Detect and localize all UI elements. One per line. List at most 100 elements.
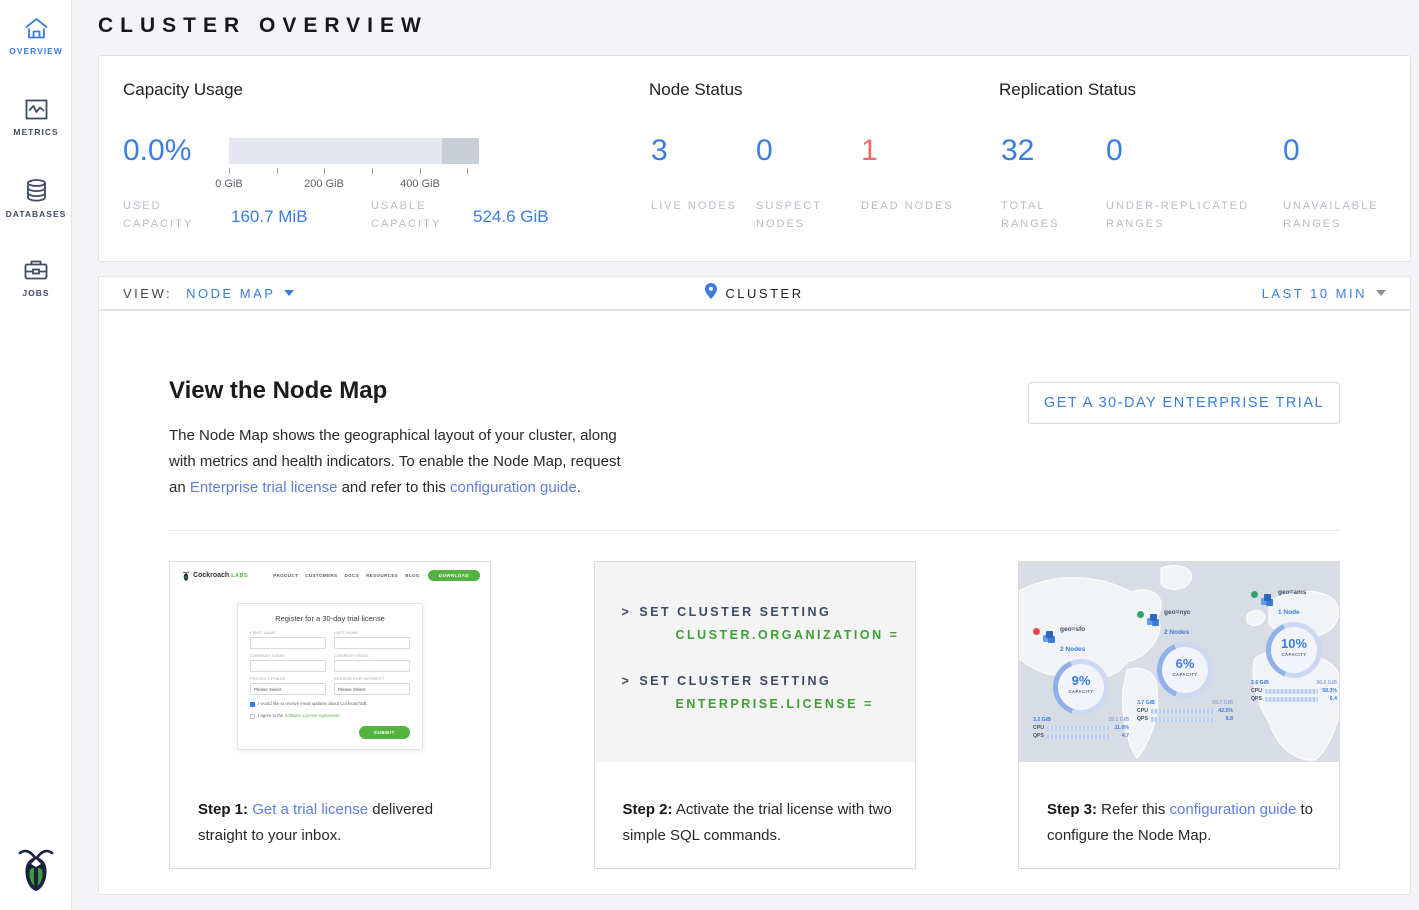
- page-title: CLUSTER OVERVIEW: [98, 14, 428, 38]
- field-label: FIRST NAME: [250, 631, 326, 635]
- capacity-percent: 9%: [1058, 673, 1104, 688]
- reason-select[interactable]: Please Select: [334, 683, 410, 695]
- enterprise-trial-license-link[interactable]: Enterprise trial license: [190, 479, 338, 496]
- field-label: COMPANY EMAIL: [334, 654, 410, 658]
- qps-sparkline: [1151, 717, 1214, 722]
- company-name-input[interactable]: [250, 660, 326, 672]
- mini-nav-docs[interactable]: DOCS: [344, 573, 359, 578]
- last-name-input[interactable]: [334, 637, 410, 649]
- usable-capacity-label: USABLE CAPACITY: [371, 197, 471, 233]
- qps-value: 6.4: [1321, 696, 1337, 702]
- gauge-tick: [324, 168, 325, 174]
- software-license-link[interactable]: Software License Agreement.: [285, 713, 341, 718]
- locality-node-count: 1 Node: [1278, 609, 1300, 616]
- mini-nav-customers[interactable]: CUSTOMERS: [305, 573, 337, 578]
- step1-card: Cockroach LABS PRODUCT CUSTOMERS DOCS RE…: [169, 561, 491, 869]
- sidebar-item-metrics[interactable]: METRICS: [0, 97, 72, 137]
- capacity-percent: 6%: [1162, 656, 1208, 671]
- gauge-tick-label: 0 GiB: [215, 178, 243, 190]
- mini-download-button[interactable]: DOWNLOAD: [428, 570, 480, 581]
- cluster-summary-panel: Capacity Usage Node Status Replication S…: [98, 55, 1411, 262]
- mini-nav-blog[interactable]: BLOG: [405, 573, 420, 578]
- used-capacity: 3.7 GiB: [1137, 700, 1155, 706]
- chevron-down-icon[interactable]: [1376, 290, 1386, 296]
- field-label: PROJECT PHASE: [250, 677, 326, 681]
- capacity-gauge: [229, 138, 479, 164]
- brand-name: Cockroach: [193, 572, 229, 579]
- view-bar: VIEW: NODE MAP CLUSTER LAST 10 MIN: [98, 276, 1411, 310]
- locality-name: geo=nyc: [1164, 609, 1191, 616]
- breadcrumb-cluster: CLUSTER: [725, 286, 803, 301]
- project-phase-select[interactable]: Please Select: [250, 683, 326, 695]
- home-icon: [0, 16, 72, 41]
- locality-node-count: 2 Nodes: [1164, 629, 1189, 636]
- field-label: LAST NAME: [334, 631, 410, 635]
- cpu-sparkline: [1265, 689, 1318, 694]
- view-selector[interactable]: NODE MAP: [186, 286, 275, 301]
- email-updates-checkbox[interactable]: [250, 702, 255, 707]
- description-text: .: [577, 479, 581, 496]
- divider: [169, 530, 1340, 531]
- sidebar-item-label: DATABASES: [0, 209, 72, 219]
- step3-caption: Step 3: Refer this configuration guide t…: [1047, 797, 1321, 849]
- sql-setting: CLUSTER.ORGANIZATION =: [676, 629, 915, 642]
- sidebar-item-label: OVERVIEW: [0, 46, 72, 56]
- gauge-tick: [420, 168, 421, 174]
- first-name-input[interactable]: [250, 637, 326, 649]
- sidebar-item-jobs[interactable]: JOBS: [0, 257, 72, 298]
- locality-nyc[interactable]: geo=nyc2 Nodes 6%CAPACITY 3.7 GiB65.7 Gi…: [1137, 600, 1233, 722]
- cpu-label: CPU: [1033, 725, 1047, 731]
- capacity-ring: 6%CAPACITY: [1157, 642, 1213, 698]
- unavailable-ranges-value: 0: [1283, 136, 1300, 166]
- capacity-label: CAPACITY: [1058, 689, 1104, 694]
- capacity-usage-title: Capacity Usage: [123, 80, 243, 100]
- view-label: VIEW:: [123, 286, 172, 301]
- dead-nodes-value: 1: [861, 136, 878, 166]
- location-pin-icon: [705, 283, 717, 304]
- used-capacity-label: USED CAPACITY: [123, 197, 215, 233]
- cpu-label: CPU: [1137, 708, 1151, 714]
- locality-ams[interactable]: geo=ams1 Node 10%CAPACITY 3.6 GiB36.6 Gi…: [1251, 580, 1337, 702]
- gauge-tick-label: 200 GiB: [304, 178, 344, 190]
- locality-name: geo=ams: [1278, 589, 1306, 596]
- chevron-down-icon[interactable]: [284, 290, 294, 296]
- cpu-value: 42.5%: [1217, 708, 1233, 714]
- qps-value: 4.7: [1113, 733, 1129, 739]
- locality-sfo[interactable]: geo=sfo2 Nodes 9%CAPACITY 3.2 GiB35.1 Gi…: [1033, 617, 1129, 739]
- cpu-value: 58.3%: [1321, 688, 1337, 694]
- step-label: Step 2:: [623, 801, 673, 818]
- capacity-percent: 10%: [1271, 636, 1317, 651]
- suspect-nodes-label: SUSPECT NODES: [756, 197, 851, 233]
- sidebar-item-overview[interactable]: OVERVIEW: [0, 16, 72, 56]
- configuration-guide-link[interactable]: configuration guide: [450, 479, 577, 496]
- mini-nav-resources[interactable]: RESOURCES: [366, 573, 398, 578]
- trial-registration-form: Register for a 30-day trial license FIRS…: [237, 603, 423, 750]
- get-trial-license-link[interactable]: Get a trial license: [252, 801, 368, 818]
- node-map-preview: geo=sfo2 Nodes 9%CAPACITY 3.2 GiB35.1 Gi…: [1019, 562, 1339, 762]
- capacity-percent: 0.0%: [123, 136, 191, 166]
- gauge-tick-label: 400 GiB: [400, 178, 440, 190]
- step-text: Refer this: [1097, 801, 1170, 818]
- capacity-gauge-nonusable-segment: [442, 138, 479, 164]
- configuration-guide-link[interactable]: configuration guide: [1170, 801, 1297, 818]
- time-range-selector[interactable]: LAST 10 MIN: [1262, 286, 1367, 301]
- nodes-icon: [1261, 594, 1274, 606]
- checkbox-label: I would like to receive email updates ab…: [258, 701, 368, 707]
- node-map-panel: View the Node Map GET A 30-DAY ENTERPRIS…: [98, 310, 1411, 895]
- cpu-label: CPU: [1251, 688, 1265, 694]
- license-agreement-checkbox[interactable]: [250, 714, 255, 719]
- capacity-label: CAPACITY: [1162, 672, 1208, 677]
- dead-nodes-label: DEAD NODES: [861, 197, 956, 215]
- sidebar-item-databases[interactable]: DATABASES: [0, 177, 72, 219]
- under-replicated-label: UNDER-REPLICATED RANGES: [1106, 197, 1268, 233]
- step2-caption: Step 2: Activate the trial license with …: [623, 797, 897, 849]
- nodes-icon: [1147, 614, 1160, 626]
- sql-setting: ENTERPRISE.LICENSE =: [676, 698, 915, 711]
- cluster-overview-page: OVERVIEW METRICS DATABASES JOBS: [0, 0, 1419, 910]
- qps-sparkline: [1047, 734, 1110, 739]
- company-email-input[interactable]: [334, 660, 410, 672]
- total-capacity: 36.6 GiB: [1316, 680, 1337, 686]
- enterprise-trial-button[interactable]: GET A 30-DAY ENTERPRISE TRIAL: [1028, 382, 1340, 424]
- submit-button[interactable]: SUBMIT: [359, 726, 410, 739]
- mini-nav-product[interactable]: PRODUCT: [273, 573, 298, 578]
